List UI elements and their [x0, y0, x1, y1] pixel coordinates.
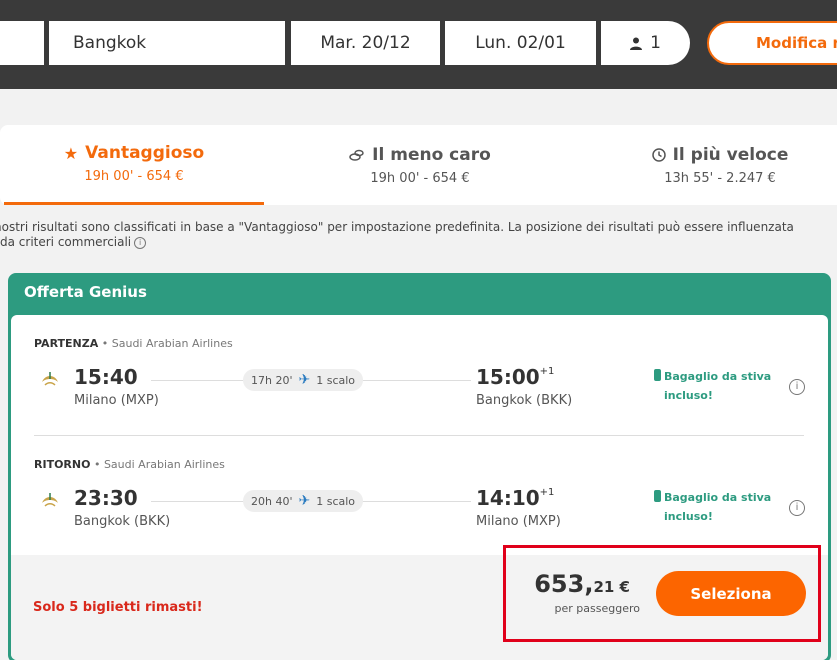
leg-header: RITORNO • Saudi Arabian Airlines: [34, 458, 804, 471]
leg-label: RITORNO: [34, 458, 91, 471]
tab-best-label: Vantaggioso: [85, 143, 205, 163]
info-icon[interactable]: i: [789, 500, 805, 516]
tab-fastest-label: Il più veloce: [672, 144, 789, 165]
tab-fastest[interactable]: Il più veloce 13h 55' - 2.247 €: [575, 125, 837, 205]
return-date-field[interactable]: Lun. 02/01: [445, 21, 596, 65]
luggage-icon: [654, 369, 661, 381]
arrival-time: 14:10+1: [476, 486, 554, 510]
stops: 1 scalo: [316, 373, 356, 387]
star-icon: ★: [63, 143, 79, 163]
info-icon[interactable]: i: [134, 236, 147, 249]
stops: 1 scalo: [316, 494, 356, 508]
tab-best[interactable]: ★ Vantaggioso 19h 00' - 654 €: [4, 125, 264, 205]
arrival-time: 15:00+1: [476, 365, 554, 389]
departure-airport: Milano (MXP): [74, 393, 159, 408]
baggage-info: Bagaglio da stiva incluso!: [654, 488, 771, 526]
clock-icon: [651, 147, 666, 162]
return-leg: RITORNO • Saudi Arabian Airlines 23:30 B…: [34, 458, 805, 558]
destination-field[interactable]: Bangkok: [49, 21, 285, 65]
departure-date-field[interactable]: Mar. 20/12: [291, 21, 440, 65]
coins-icon: [349, 149, 364, 161]
arrival-airport: Bangkok (BKK): [476, 393, 573, 408]
offer-title: Offerta Genius: [24, 283, 147, 301]
offer-footer: Solo 5 biglietti rimasti! 653,21 € per p…: [11, 545, 828, 660]
destination-value: Bangkok: [73, 33, 147, 53]
airline-logo-icon: [42, 372, 58, 386]
price-integer: 653,: [534, 570, 594, 598]
leg-divider: [34, 435, 804, 436]
baggage-info: Bagaglio da stiva incluso!: [654, 367, 771, 405]
arrival-time-value: 15:00: [476, 365, 540, 389]
tab-cheapest[interactable]: Il meno caro 19h 00' - 654 €: [290, 125, 550, 205]
price-per-passenger: per passeggero: [554, 602, 640, 615]
day-offset: +1: [539, 487, 555, 499]
baggage-line2: incluso!: [664, 389, 713, 402]
baggage-line2: incluso!: [664, 510, 713, 523]
ranking-disclaimer: nostri risultati sono classificati in ba…: [0, 220, 837, 250]
select-button[interactable]: Seleziona: [656, 571, 806, 616]
duration: 17h 20': [251, 373, 293, 387]
departure-time: 15:40: [74, 365, 138, 389]
baggage-line1: Bagaglio da stiva: [664, 370, 772, 383]
seats-left-warning: Solo 5 biglietti rimasti!: [33, 600, 203, 615]
plane-icon: ✈: [298, 493, 311, 509]
duration: 20h 40': [251, 494, 293, 508]
return-date-value: Lun. 02/01: [475, 33, 566, 53]
price-decimal: 21 €: [593, 578, 630, 596]
passengers-count: 1: [650, 33, 661, 53]
baggage-line1: Bagaglio da stiva: [664, 491, 772, 504]
departure-airport: Bangkok (BKK): [74, 514, 171, 529]
departure-time: 23:30: [74, 486, 138, 510]
departure-date-value: Mar. 20/12: [320, 33, 411, 53]
tab-fastest-summary: 13h 55' - 2.247 €: [664, 170, 776, 186]
info-icon[interactable]: i: [789, 379, 805, 395]
price: 653,21 €: [534, 570, 630, 598]
luggage-icon: [654, 490, 661, 502]
airline-logo-icon: [42, 493, 58, 507]
disclaimer-text: nostri risultati sono classificati in ba…: [0, 220, 794, 249]
offer-card: Offerta Genius PARTENZA • Saudi Arabian …: [8, 273, 831, 660]
tab-best-summary: 19h 00' - 654 €: [84, 169, 184, 184]
offer-details: PARTENZA • Saudi Arabian Airlines 15:40 …: [11, 315, 828, 660]
arrival-airport: Milano (MXP): [476, 514, 561, 529]
outbound-leg: PARTENZA • Saudi Arabian Airlines 15:40 …: [34, 337, 805, 437]
sort-tabs: ★ Vantaggioso 19h 00' - 654 € Il meno ca…: [0, 125, 837, 205]
arrival-time-value: 14:10: [476, 486, 540, 510]
tab-cheapest-summary: 19h 00' - 654 €: [370, 170, 470, 186]
airline-name: • Saudi Arabian Airlines: [93, 458, 225, 471]
person-icon: [630, 37, 643, 50]
modify-search-button[interactable]: Modifica ric: [707, 21, 837, 65]
origin-field[interactable]: [0, 21, 44, 65]
price-highlight: 653,21 € per passeggero Seleziona: [503, 545, 821, 642]
duration-badge: 20h 40' ✈ 1 scalo: [243, 490, 364, 512]
plane-icon: ✈: [298, 372, 311, 388]
search-bar: Bangkok Mar. 20/12 Lun. 02/01 1 Modifica…: [0, 0, 837, 89]
leg-header: PARTENZA • Saudi Arabian Airlines: [34, 337, 804, 350]
leg-label: PARTENZA: [34, 337, 99, 350]
tab-cheapest-label: Il meno caro: [372, 144, 491, 165]
airline-name: • Saudi Arabian Airlines: [101, 337, 233, 350]
passengers-field[interactable]: 1: [601, 21, 690, 65]
day-offset: +1: [539, 366, 555, 378]
duration-badge: 17h 20' ✈ 1 scalo: [243, 369, 364, 391]
